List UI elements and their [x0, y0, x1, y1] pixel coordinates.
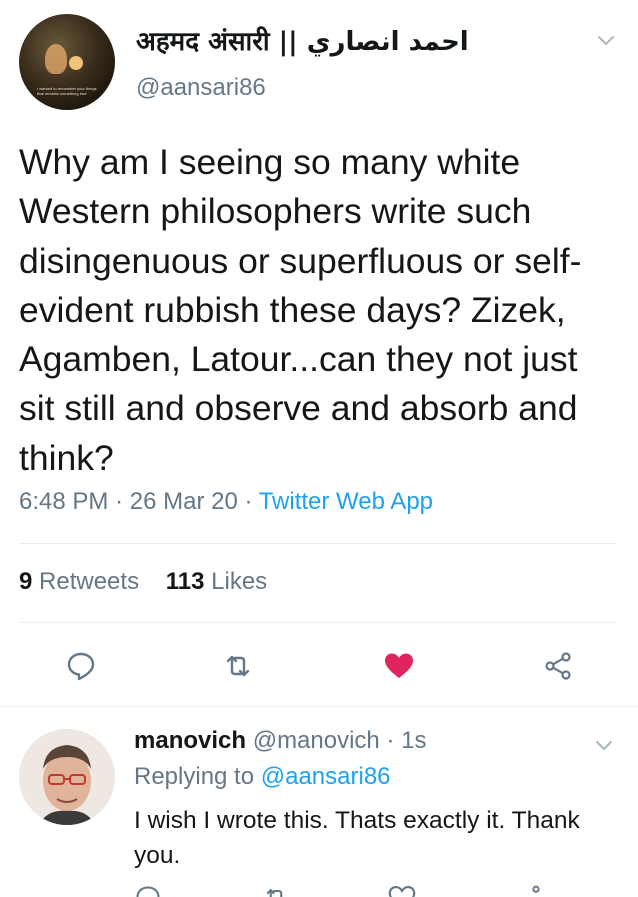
- chevron-down-icon[interactable]: [594, 735, 614, 755]
- author-avatar[interactable]: I wanted to remember your things that re…: [19, 14, 115, 110]
- main-tweet: I wanted to remember your things that re…: [0, 0, 638, 706]
- meta-separator: ·: [244, 488, 253, 515]
- divider: [19, 543, 617, 544]
- tweet-body: Why am I seeing so many white Western ph…: [19, 142, 582, 478]
- author-handle[interactable]: @aansari86: [136, 74, 266, 102]
- replying-to-link[interactable]: @aansari86: [261, 763, 391, 790]
- reply-icon: [67, 652, 95, 681]
- retweet-button[interactable]: [218, 646, 258, 686]
- likes-count: 113: [165, 568, 205, 595]
- likes-stat[interactable]: 113 Likes: [166, 568, 267, 595]
- reply-tweet: manovich @manovich · 1s Replying to @aan…: [0, 707, 638, 897]
- reply-time: 1s: [401, 727, 427, 754]
- share-button[interactable]: [538, 646, 578, 686]
- chevron-down-icon[interactable]: [596, 30, 616, 50]
- retweet-icon: [226, 655, 250, 677]
- heart-icon: [385, 653, 413, 678]
- tweet-source-link[interactable]: Twitter Web App: [259, 488, 433, 515]
- reply-icon: [136, 886, 160, 897]
- replying-prefix: Replying to: [134, 763, 255, 790]
- tweet-time: 6:48 PM: [19, 488, 109, 515]
- meta-separator: ·: [115, 488, 124, 515]
- retweets-label: Retweets: [39, 568, 140, 595]
- heart-icon: [388, 886, 416, 897]
- reply-author-avatar[interactable]: [19, 729, 115, 825]
- reply-reply-button[interactable]: [134, 884, 162, 897]
- tweet-date: 26 Mar 20: [129, 488, 238, 515]
- reply-share-button[interactable]: [522, 884, 550, 897]
- share-icon: [532, 885, 540, 893]
- reply-author-handle[interactable]: @manovich: [253, 727, 380, 754]
- likes-label: Likes: [211, 568, 268, 595]
- reply-author-line: manovich @manovich · 1s: [134, 727, 426, 755]
- retweets-stat[interactable]: 9 Retweets: [19, 568, 139, 595]
- reply-like-button[interactable]: [388, 884, 416, 897]
- retweets-count: 9: [19, 568, 33, 595]
- like-button[interactable]: [379, 646, 419, 686]
- author-display-name[interactable]: अहमद अंसारी || احمد انصاري: [136, 22, 469, 58]
- retweet-icon: [266, 888, 283, 897]
- reply-separator: ·: [386, 727, 395, 754]
- divider: [19, 622, 617, 623]
- reply-button[interactable]: [61, 646, 101, 686]
- share-icon: [545, 652, 571, 680]
- reply-body: I wish I wrote this. Thats exactly it. T…: [134, 807, 580, 869]
- reply-author-name[interactable]: manovich: [134, 727, 246, 754]
- reply-retweet-button[interactable]: [262, 884, 290, 897]
- avatar-light: [69, 56, 83, 70]
- avatar-figure: [45, 44, 67, 74]
- avatar-caption: I wanted to remember your things that re…: [37, 86, 97, 96]
- tweet-stats: 9 Retweets 113 Likes: [19, 568, 267, 596]
- replying-to: Replying to @aansari86: [134, 763, 391, 791]
- tweet-meta: 6:48 PM · 26 Mar 20 · Twitter Web App: [19, 488, 433, 516]
